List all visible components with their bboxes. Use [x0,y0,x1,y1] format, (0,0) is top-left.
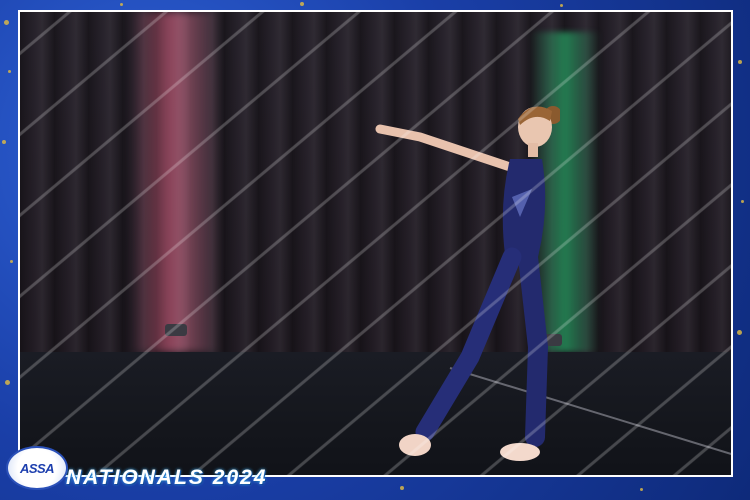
assa-logo: ASSA [6,446,68,490]
logo-text: ASSA [19,460,55,476]
pink-stage-light [130,12,220,352]
gold-fleck [2,140,6,144]
gold-fleck [120,3,123,6]
photo-frame: ASSA NATIONALS 2024 [0,0,750,500]
gold-fleck [400,486,404,490]
dancer-figure [375,106,560,461]
stage-photo [18,10,733,477]
dancer-front-foot [399,434,431,456]
dancer-front-leg [415,247,522,442]
gold-fleck [8,70,11,73]
dancer-arm [375,124,515,172]
floor-lamp [165,324,187,336]
dancer-back-foot [500,443,540,461]
gold-fleck [4,20,9,25]
gold-fleck [5,380,10,385]
gold-fleck [560,4,563,7]
gold-fleck [738,60,742,64]
event-title: NATIONALS 2024 [66,466,268,489]
gold-fleck [741,200,744,203]
gold-fleck [737,330,742,335]
dancer-back-leg [518,247,549,447]
dancer-torso [502,159,546,262]
dancer-neck [528,143,538,157]
gold-fleck [640,488,643,491]
gold-fleck [300,2,304,6]
gold-fleck [10,260,13,263]
